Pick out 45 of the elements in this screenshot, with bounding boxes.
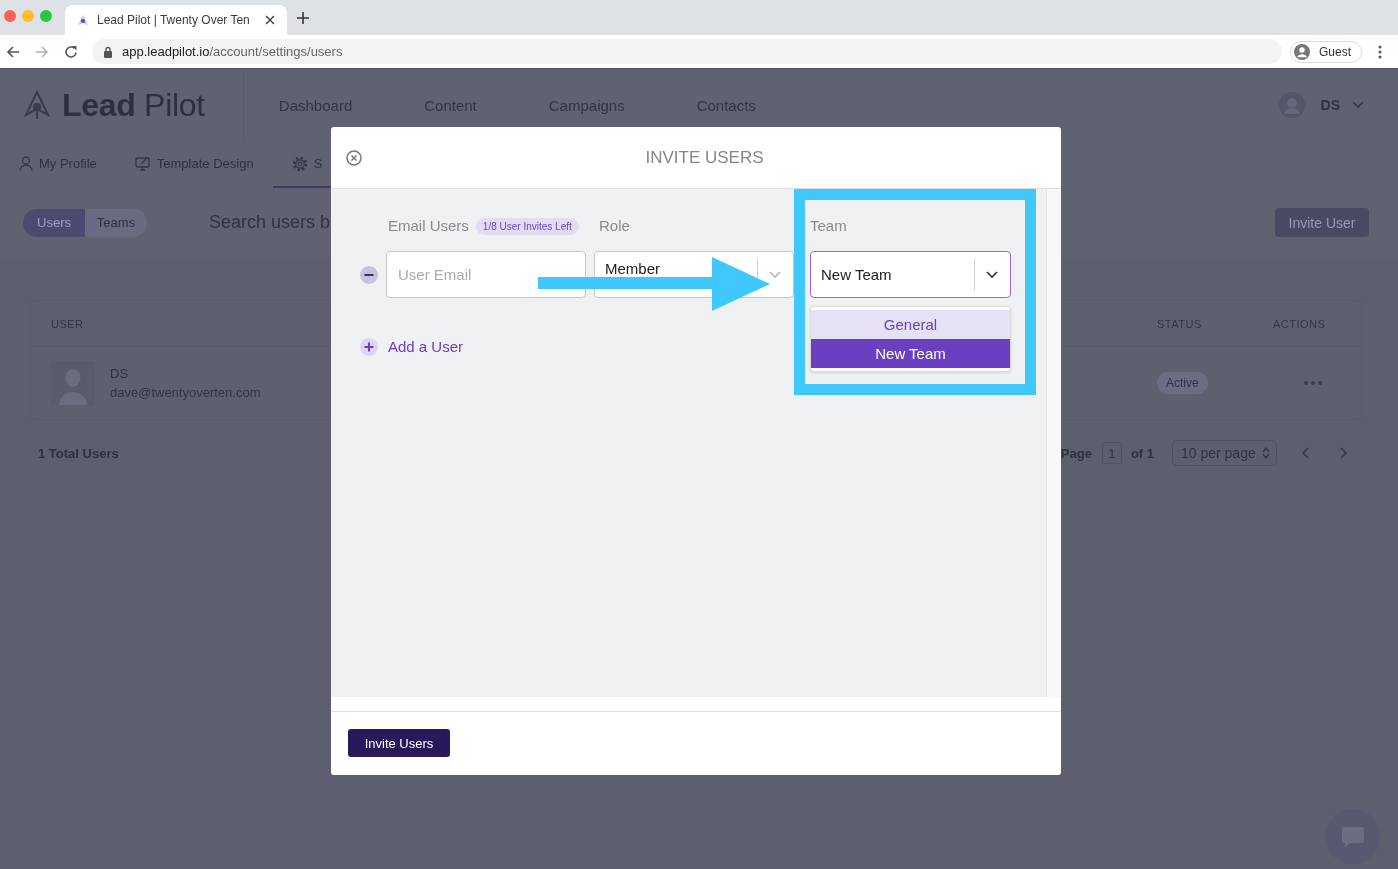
- monitor-pencil-icon: [134, 156, 151, 171]
- up-down-icon: [1261, 447, 1270, 459]
- chevron-right-icon: [1340, 447, 1348, 459]
- chevron-down-icon[interactable]: [1352, 101, 1364, 109]
- avatar-icon: [1294, 43, 1310, 60]
- person-icon: [19, 156, 33, 171]
- rocket-icon: [24, 90, 50, 120]
- dialog-title: INVITE USERS: [644, 147, 765, 168]
- window-minimize-icon[interactable]: [22, 10, 34, 22]
- invite-users-button[interactable]: Invite Users: [348, 729, 450, 757]
- window-zoom-icon[interactable]: [40, 10, 52, 22]
- team-option[interactable]: General: [811, 310, 1010, 339]
- scrollbar[interactable]: [1046, 189, 1061, 697]
- invite-user-button[interactable]: Invite User: [1275, 208, 1369, 237]
- window-close-icon[interactable]: [4, 10, 16, 22]
- chevron-down-icon: [769, 270, 781, 279]
- add-user-link[interactable]: Add a User: [388, 338, 464, 356]
- lock-icon: [103, 45, 113, 58]
- tab-title: Lead Pilot | Twenty Over Ten: [97, 13, 251, 27]
- role-label: Role: [599, 217, 630, 235]
- email-input[interactable]: User Email: [386, 251, 586, 298]
- close-icon[interactable]: [265, 15, 275, 25]
- invites-left-badge: 1/8 User Invites Left: [475, 217, 579, 235]
- forward-icon[interactable]: [35, 44, 49, 59]
- address-bar[interactable]: app.leadpilot.io/account/settings/users: [92, 39, 1282, 64]
- add-icon[interactable]: [360, 338, 378, 356]
- chevron-left-icon: [1301, 447, 1309, 459]
- email-users-label: Email Users: [388, 217, 469, 235]
- more-icon[interactable]: [1378, 44, 1382, 59]
- rocket-icon: [77, 14, 89, 26]
- segment-tab[interactable]: Users: [23, 208, 85, 237]
- segment-tab[interactable]: Teams: [85, 208, 147, 237]
- reload-icon[interactable]: [64, 44, 78, 59]
- remove-icon[interactable]: [360, 265, 378, 284]
- team-option[interactable]: New Team: [811, 339, 1010, 368]
- close-icon[interactable]: [346, 149, 362, 166]
- profile-button[interactable]: Guest: [1290, 40, 1362, 63]
- gear-icon: [291, 155, 308, 172]
- status-badge: Active: [1157, 372, 1208, 394]
- chevron-down-icon: [986, 270, 998, 279]
- browser-tab[interactable]: Lead Pilot | Twenty Over Ten: [65, 5, 287, 35]
- new-tab-icon[interactable]: [297, 11, 309, 24]
- team-label: Team: [810, 217, 847, 235]
- team-select[interactable]: New Team: [810, 251, 1011, 298]
- back-icon[interactable]: [6, 44, 20, 59]
